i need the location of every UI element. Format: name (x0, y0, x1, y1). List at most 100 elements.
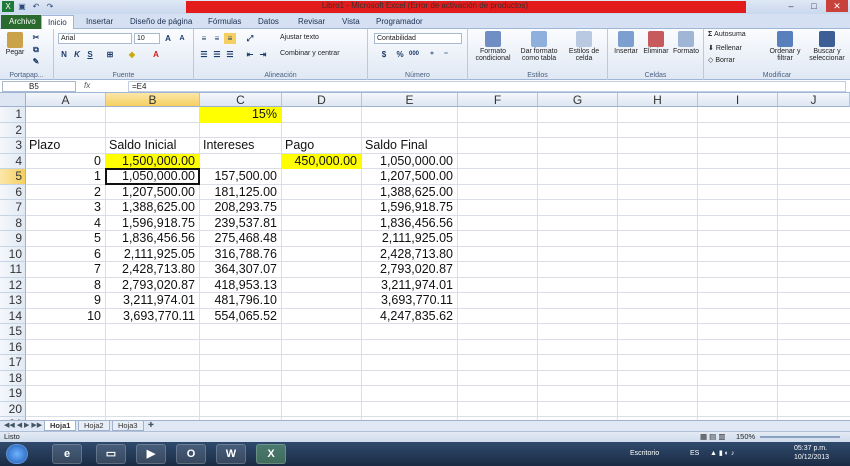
copy-icon[interactable]: ⧉ (30, 44, 42, 55)
tab-inicio[interactable]: Inicio (41, 15, 74, 29)
font-name-select[interactable]: Arial (58, 33, 132, 44)
font-size-select[interactable]: 10 (134, 33, 160, 44)
cell-saldo-inicial[interactable]: 3,211,974.01 (106, 293, 199, 309)
row-header[interactable]: 19 (0, 386, 26, 402)
format-painter-icon[interactable]: ✎ (30, 56, 42, 67)
row-header[interactable]: 3 (0, 138, 26, 154)
column-header[interactable]: D (282, 93, 362, 107)
new-sheet-icon[interactable]: ✚ (148, 421, 154, 431)
worksheet-grid[interactable]: A B C D E F G H I J 1 2 3 4 5 6 7 8 9 10 11 12 13 14 15 16 17 18 19 2… (0, 93, 850, 420)
align-bottom-icon[interactable]: ≡ (224, 33, 236, 44)
cell-plazo[interactable]: 6 (26, 247, 105, 263)
view-buttons-icon[interactable]: ▦ ▤ ▥ (700, 432, 725, 442)
sheet-tab-hoja3[interactable]: Hoja3 (112, 421, 144, 431)
align-center-icon[interactable]: ☰ (211, 49, 223, 60)
formula-input[interactable]: =E4 (128, 81, 846, 92)
italic-button[interactable]: K (71, 49, 83, 60)
cell-intereses[interactable]: 481,796.10 (200, 293, 281, 309)
row-header[interactable]: 11 (0, 262, 26, 278)
cell-saldo-inicial[interactable]: 1,500,000.00 (106, 153, 199, 169)
thousands-button[interactable]: 000 (408, 49, 420, 60)
autosum-button[interactable]: Σ Autosuma (708, 31, 746, 38)
cell-saldo-final[interactable]: 3,693,770.11 (362, 293, 457, 309)
align-top-icon[interactable]: ≡ (198, 33, 210, 44)
column-header[interactable]: F (458, 93, 538, 107)
cell-saldo-final[interactable]: 1,388,625.00 (362, 185, 457, 201)
percent-button[interactable]: % (394, 49, 406, 60)
cell-plazo[interactable]: 8 (26, 278, 105, 294)
cell-intereses[interactable]: 275,468.48 (200, 231, 281, 247)
font-color-icon[interactable]: A (150, 49, 162, 60)
cell-plazo[interactable]: 2 (26, 185, 105, 201)
decrease-decimal-icon[interactable]: ⁻ (440, 49, 452, 60)
cell-saldo-inicial[interactable]: 1,207,500.00 (106, 185, 199, 201)
minimize-icon[interactable]: – (780, 0, 802, 12)
row-header[interactable]: 13 (0, 293, 26, 309)
row-header[interactable]: 8 (0, 215, 26, 231)
tab-formulas[interactable]: Fórmulas (202, 15, 247, 29)
tab-vista[interactable]: Vista (336, 15, 366, 29)
cell-saldo-inicial[interactable]: 2,428,713.80 (106, 262, 199, 278)
cell-saldo-final[interactable]: 2,793,020.87 (362, 262, 457, 278)
sort-filter-button[interactable]: Ordenar y filtrar (766, 31, 804, 62)
cell-saldo-inicial[interactable]: 1,836,456.56 (106, 231, 199, 247)
row-header[interactable]: 7 (0, 200, 26, 216)
column-header[interactable]: C (200, 93, 282, 107)
language-indicator[interactable]: ES (690, 450, 699, 457)
cell-intereses[interactable]: 554,065.52 (200, 309, 281, 325)
conditional-format-button[interactable]: Formato condicional (472, 31, 514, 62)
cell-plazo[interactable]: 10 (26, 309, 105, 325)
row-header[interactable]: 5 (0, 169, 26, 185)
media-icon[interactable]: ▶ (136, 444, 166, 464)
tab-archivo[interactable]: Archivo (1, 15, 44, 29)
column-header[interactable]: E (362, 93, 458, 107)
decrease-indent-icon[interactable]: ⇤ (244, 49, 256, 60)
align-middle-icon[interactable]: ≡ (211, 33, 223, 44)
cell-pago[interactable]: 450,000.00 (282, 153, 361, 169)
column-header[interactable]: G (538, 93, 618, 107)
desktop-label[interactable]: Escritorio (630, 450, 659, 457)
tab-datos[interactable]: Datos (252, 15, 285, 29)
cell-intereses[interactable]: 157,500.00 (200, 169, 281, 185)
column-header[interactable]: I (698, 93, 778, 107)
tray-icons[interactable]: ▲ ▮ ◐ ♪ (710, 449, 734, 457)
row-header[interactable]: 10 (0, 246, 26, 262)
word-icon[interactable]: W (216, 444, 246, 464)
cell-plazo[interactable]: 4 (26, 216, 105, 232)
cell-saldo-inicial[interactable]: 1,596,918.75 (106, 216, 199, 232)
column-header[interactable]: A (26, 93, 106, 107)
row-header[interactable]: 17 (0, 355, 26, 371)
find-select-button[interactable]: Buscar y seleccionar (806, 31, 848, 62)
number-format-select[interactable]: Contabilidad (374, 33, 462, 44)
cell-rate[interactable]: 15% (200, 107, 281, 123)
cell-saldo-final[interactable]: 1,836,456.56 (362, 216, 457, 232)
cell-intereses[interactable]: 418,953.13 (200, 278, 281, 294)
header-intereses[interactable]: Intereses (200, 138, 281, 154)
explorer-icon[interactable]: ▭ (96, 444, 126, 464)
cell-intereses[interactable]: 316,788.76 (200, 247, 281, 263)
fill-button[interactable]: ⬇ Rellenar (708, 44, 742, 52)
cell-saldo-final[interactable]: 2,111,925.05 (362, 231, 457, 247)
increase-decimal-icon[interactable]: ⁺ (426, 49, 438, 60)
format-cells-button[interactable]: Formato (672, 31, 700, 55)
currency-button[interactable]: $ (378, 49, 390, 60)
clock-date[interactable]: 10/12/2013 (794, 454, 829, 461)
shrink-font-icon[interactable]: A (176, 33, 188, 44)
fx-icon[interactable]: fx (84, 81, 90, 90)
row-header[interactable]: 12 (0, 277, 26, 293)
merge-center-button[interactable]: Combinar y centrar (280, 50, 340, 57)
fill-color-icon[interactable]: ◈ (126, 49, 138, 60)
column-header[interactable]: H (618, 93, 698, 107)
zoom-level[interactable]: 150% (736, 432, 755, 442)
row-header[interactable]: 6 (0, 184, 26, 200)
row-header[interactable]: 15 (0, 324, 26, 340)
cell-saldo-final[interactable]: 1,596,918.75 (362, 200, 457, 216)
header-saldo-inicial[interactable]: Saldo Inicial (106, 138, 199, 154)
cell-saldo-inicial[interactable]: 1,388,625.00 (106, 200, 199, 216)
clear-button[interactable]: ◇ Borrar (708, 56, 735, 64)
excel-icon[interactable]: X (256, 444, 286, 464)
row-header[interactable]: 9 (0, 231, 26, 247)
row-header[interactable]: 16 (0, 339, 26, 355)
tab-diseno-pagina[interactable]: Diseño de página (124, 15, 198, 29)
row-header[interactable]: 14 (0, 308, 26, 324)
